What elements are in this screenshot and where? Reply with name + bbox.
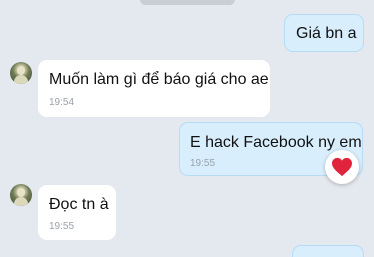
incoming-message[interactable]: Muốn làm gì để báo giá cho ae 19:54 <box>38 60 270 117</box>
message-text: Đọc tn à <box>49 196 109 213</box>
contact-avatar[interactable] <box>10 62 32 84</box>
outgoing-message[interactable]: Giá bn a <box>284 14 364 52</box>
incoming-message[interactable]: Đọc tn à 19:55 <box>38 185 116 240</box>
message-reaction[interactable] <box>325 150 359 184</box>
message-text: Muốn làm gì để báo giá cho ae <box>49 71 269 88</box>
outgoing-message[interactable] <box>292 245 364 257</box>
contact-avatar[interactable] <box>10 184 32 206</box>
message-text: Giá bn a <box>296 25 357 42</box>
message-text: E hack Facebook ny em <box>190 134 362 151</box>
message-time: 19:55 <box>49 221 75 232</box>
message-time: 19:54 <box>49 97 75 108</box>
date-separator-pill <box>140 0 235 5</box>
heart-icon <box>332 157 352 177</box>
chat-thread: Giá bn a Muốn làm gì để báo giá cho ae 1… <box>0 0 374 257</box>
message-time: 19:55 <box>190 158 216 169</box>
